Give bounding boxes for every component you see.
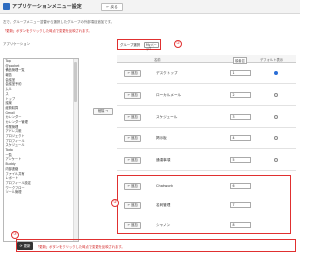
- default-radio[interactable]: [274, 93, 278, 97]
- menu-item-name: ローカルメール: [156, 93, 182, 97]
- default-radio[interactable]: [274, 71, 278, 75]
- row-divider: [117, 127, 296, 128]
- order-input[interactable]: 5: [230, 157, 251, 163]
- column-header-default: デフォルト表示: [260, 58, 284, 62]
- callout-badge-1: ①: [174, 40, 182, 48]
- callout-badge-3: ③: [11, 231, 19, 239]
- order-input[interactable]: 2: [230, 92, 251, 98]
- app-settings-icon: [3, 3, 10, 10]
- add-button[interactable]: ← 追加: [124, 113, 141, 121]
- column-header-name: 名前: [154, 58, 161, 62]
- add-button[interactable]: ← 追加: [124, 134, 141, 142]
- default-radio[interactable]: [274, 115, 278, 119]
- application-list-label: アプリケーション: [3, 42, 31, 46]
- menu-item-name: スケジュール: [156, 115, 178, 119]
- menu-item-name: デスクトップ: [156, 71, 178, 75]
- column-header-order[interactable]: 順番並: [233, 57, 247, 64]
- warning-text: 「更新」ボタンをクリックした時点で変更を反映されます。: [3, 29, 92, 33]
- default-radio[interactable]: [274, 136, 278, 140]
- add-button[interactable]: ← 追加: [124, 91, 141, 99]
- application-list-item[interactable]: ツール管理: [4, 190, 78, 195]
- listbox-scroll-thumb[interactable]: [74, 62, 77, 102]
- order-input[interactable]: 4: [230, 135, 251, 141]
- save-button-label: 更新: [23, 244, 31, 248]
- menu-item-name: 掲示板: [156, 136, 167, 140]
- group-select-label: グループ選択: [120, 43, 141, 47]
- add-button[interactable]: ← 追加: [124, 69, 141, 77]
- row-divider: [117, 83, 296, 84]
- page-title: アプリケーションメニュー設定: [12, 4, 82, 10]
- added-items-highlight: [117, 175, 291, 234]
- callout-badge-2: ②: [111, 199, 119, 207]
- add-button[interactable]: ← 追加: [124, 156, 141, 164]
- description-text: 左で、グループメニュー並替から選択したグループの外部項目追加です。: [3, 20, 115, 24]
- menu-item-name: 通達事項: [156, 158, 171, 162]
- bottom-warning-text: 「更新」ボタンをクリックした時点で変更を反映されます。: [36, 245, 125, 249]
- remove-button[interactable]: 削除 →: [93, 108, 113, 115]
- order-input[interactable]: 3: [230, 114, 251, 120]
- row-divider: [117, 105, 296, 106]
- order-input[interactable]: 1: [230, 70, 251, 76]
- row-divider: [117, 170, 296, 171]
- group-select-dropdown[interactable]: MyパーツT: [144, 41, 159, 51]
- back-button[interactable]: ← 戻る: [101, 3, 123, 11]
- row-divider: [117, 148, 296, 149]
- save-icon: ⟳: [19, 244, 23, 248]
- application-listbox[interactable]: Top @pocket 備品管理一覧 報告 会議室 会議室予約 ムルストップ 議案 経費精算 Gm…: [3, 58, 79, 242]
- save-button[interactable]: ⟳ 更新: [17, 242, 33, 250]
- default-radio[interactable]: [274, 158, 278, 162]
